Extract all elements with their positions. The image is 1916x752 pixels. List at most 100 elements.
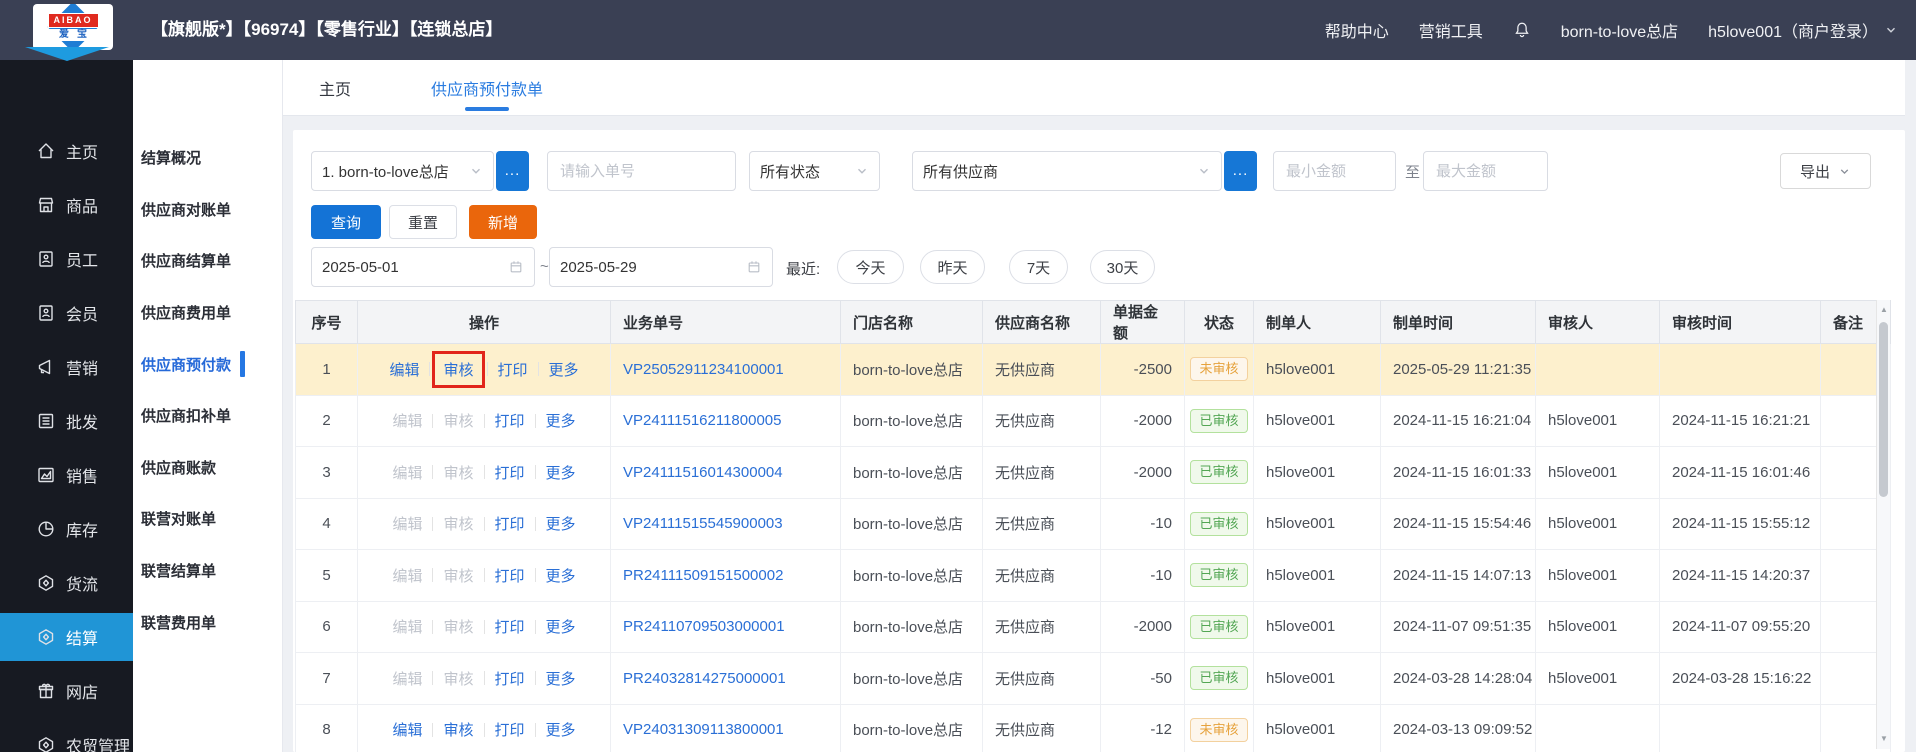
tab-home[interactable]: 主页 xyxy=(305,60,365,115)
submenu-item-supplier-statement[interactable]: 供应商对账单 xyxy=(141,194,231,224)
submenu-item-supplier-settlement[interactable]: 供应商结算单 xyxy=(141,245,231,275)
notification-bell-icon[interactable] xyxy=(1513,21,1531,39)
edit-link[interactable]: 编辑 xyxy=(382,668,432,689)
sidebar-item-member[interactable]: 会员 xyxy=(0,293,133,333)
audit-link[interactable]: 审核 xyxy=(433,462,483,483)
account-menu[interactable]: h5love001（商户登录） xyxy=(1708,18,1898,42)
audit-link[interactable]: 审核 xyxy=(433,668,483,689)
scroll-up-icon[interactable]: ▲ xyxy=(1877,303,1891,317)
audit-link[interactable]: 审核 xyxy=(433,410,483,431)
edit-link[interactable]: 编辑 xyxy=(379,359,429,380)
supplier-more-button[interactable]: ... xyxy=(1224,151,1257,191)
submenu-item-label: 供应商账款 xyxy=(141,459,217,477)
sidebar-item-home[interactable]: 主页 xyxy=(0,131,133,171)
sidebar-item-wholesale[interactable]: 批发 xyxy=(0,401,133,441)
audit-link[interactable]: 审核 xyxy=(433,616,483,637)
supplier-select[interactable]: 所有供应商 xyxy=(912,151,1222,191)
print-link[interactable]: 打印 xyxy=(485,668,535,689)
more-link[interactable]: 更多 xyxy=(536,513,586,534)
search-button[interactable]: 查询 xyxy=(311,205,381,239)
order-link[interactable]: VP24031309113800001 xyxy=(623,721,784,738)
order-link[interactable]: VP25052911234100001 xyxy=(623,361,784,378)
recent-pill-30天[interactable]: 30天 xyxy=(1090,250,1155,284)
submenu-item-supplier-expense[interactable]: 供应商费用单 xyxy=(141,297,231,327)
more-link[interactable]: 更多 xyxy=(536,719,586,740)
add-button[interactable]: 新增 xyxy=(469,205,537,239)
logo-pointer-triangle xyxy=(25,47,109,61)
reset-button[interactable]: 重置 xyxy=(389,205,457,239)
order-link[interactable]: VP24111516211800005 xyxy=(623,412,782,429)
cell-index: 6 xyxy=(295,600,358,653)
sidebar-item-logistics[interactable]: 货流 xyxy=(0,563,133,603)
submenu-item-joint-settlement[interactable]: 联营结算单 xyxy=(141,555,216,585)
edit-link[interactable]: 编辑 xyxy=(382,410,432,431)
submenu-item-label: 供应商结算单 xyxy=(141,252,232,270)
sidebar-item-agri[interactable]: 农贸管理 xyxy=(0,725,133,752)
help-center-link[interactable]: 帮助中心 xyxy=(1325,18,1389,42)
submenu-item-joint-expense[interactable]: 联营费用单 xyxy=(141,607,216,637)
submenu-item-supplier-account[interactable]: 供应商账款 xyxy=(141,452,216,482)
current-store-name[interactable]: born-to-love总店 xyxy=(1561,18,1678,42)
min-amount-input[interactable] xyxy=(1284,161,1385,181)
audit-link[interactable]: 审核 xyxy=(433,565,483,586)
order-link[interactable]: VP24111515545900003 xyxy=(623,515,783,532)
order-no-input[interactable] xyxy=(558,161,725,181)
more-link[interactable]: 更多 xyxy=(536,616,586,637)
audit-link[interactable]: 审核 xyxy=(433,719,483,740)
order-link[interactable]: PR24110709503000001 xyxy=(623,618,785,635)
submenu-item-joint-statement[interactable]: 联营对账单 xyxy=(141,503,216,533)
print-link[interactable]: 打印 xyxy=(488,359,538,380)
sidebar-item-goods[interactable]: 商品 xyxy=(0,185,133,225)
sidebar-item-sales[interactable]: 销售 xyxy=(0,455,133,495)
order-link[interactable]: PR24111509151500002 xyxy=(623,567,783,584)
print-link[interactable]: 打印 xyxy=(485,410,535,431)
more-link[interactable]: 更多 xyxy=(536,462,586,483)
status-select[interactable]: 所有状态 xyxy=(749,151,880,191)
sidebar-item-staff[interactable]: 员工 xyxy=(0,239,133,279)
recent-pill-今天[interactable]: 今天 xyxy=(837,250,904,284)
tab-supplier-prepay[interactable]: 供应商预付款单 xyxy=(417,60,557,115)
recent-pill-7天[interactable]: 7天 xyxy=(1009,250,1068,284)
order-link[interactable]: PR24032814275000001 xyxy=(623,670,786,687)
export-button[interactable]: 导出 xyxy=(1780,153,1871,189)
audit-link[interactable]: 审核 xyxy=(433,513,483,534)
edit-link[interactable]: 编辑 xyxy=(382,616,432,637)
order-link[interactable]: VP24111516014300004 xyxy=(623,464,783,481)
print-link[interactable]: 打印 xyxy=(485,462,535,483)
recent-pill-昨天[interactable]: 昨天 xyxy=(920,250,985,284)
date-from-picker[interactable]: 2025-05-01 xyxy=(311,247,535,287)
more-link[interactable]: 更多 xyxy=(539,359,589,380)
store-more-button[interactable]: ... xyxy=(496,151,529,191)
marketing-tools-link[interactable]: 营销工具 xyxy=(1419,18,1483,42)
status-badge: 已审核 xyxy=(1190,666,1248,691)
more-link[interactable]: 更多 xyxy=(536,565,586,586)
audit-link[interactable]: 审核 xyxy=(443,362,473,379)
print-link[interactable]: 打印 xyxy=(485,719,535,740)
sidebar-item-label: 营销 xyxy=(66,361,99,378)
chevron-down-icon xyxy=(472,168,480,174)
date-to-picker[interactable]: 2025-05-29 xyxy=(549,247,773,287)
scrollbar-thumb[interactable] xyxy=(1879,322,1888,497)
submenu-item-settle-overview[interactable]: 结算概况 xyxy=(141,142,201,172)
edit-link[interactable]: 编辑 xyxy=(382,565,432,586)
submenu-item-supplier-prepay[interactable]: 供应商预付款 xyxy=(141,349,246,379)
cell-created-time: 2024-11-07 09:51:35 xyxy=(1380,600,1536,653)
sidebar-item-marketing[interactable]: 营销 xyxy=(0,347,133,387)
edit-link[interactable]: 编辑 xyxy=(382,462,432,483)
more-link[interactable]: 更多 xyxy=(536,410,586,431)
edit-link[interactable]: 编辑 xyxy=(382,513,432,534)
edit-link[interactable]: 编辑 xyxy=(382,719,432,740)
print-link[interactable]: 打印 xyxy=(485,513,535,534)
more-link[interactable]: 更多 xyxy=(536,668,586,689)
print-link[interactable]: 打印 xyxy=(485,616,535,637)
store-select[interactable]: 1. born-to-love总店 xyxy=(311,151,494,191)
sidebar-item-inventory[interactable]: 库存 xyxy=(0,509,133,549)
max-amount-input[interactable] xyxy=(1434,161,1537,181)
chevron-down-icon xyxy=(1840,168,1849,174)
sidebar-item-settle[interactable]: 结算 xyxy=(0,613,133,661)
scroll-down-icon[interactable]: ▼ xyxy=(1877,732,1891,746)
table-scrollbar[interactable]: ▲ ▼ xyxy=(1876,300,1890,749)
submenu-item-supplier-deduction[interactable]: 供应商扣补单 xyxy=(141,400,231,430)
print-link[interactable]: 打印 xyxy=(485,565,535,586)
sidebar-item-eshop[interactable]: 网店 xyxy=(0,671,133,711)
